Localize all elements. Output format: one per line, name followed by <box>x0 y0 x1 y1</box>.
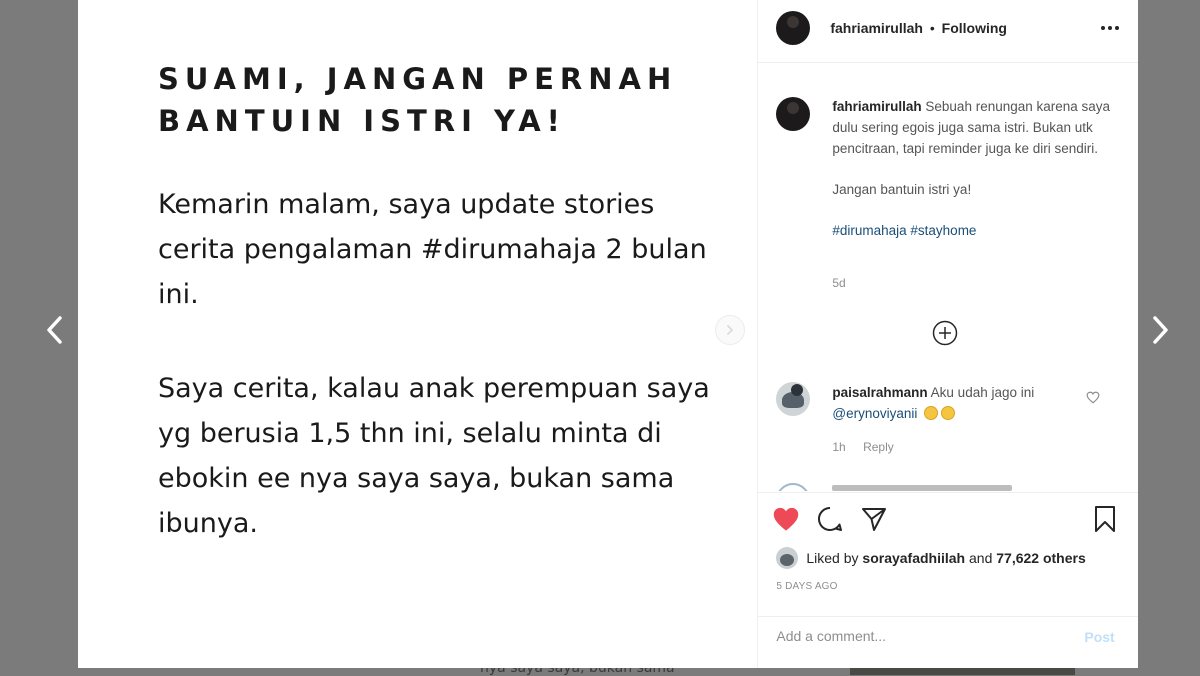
post-actions: Liked by sorayafadhiilah and 77,622 othe… <box>758 492 1139 662</box>
paper-plane-icon <box>862 508 887 531</box>
caption: fahriamirullah Sebuah renungan karena sa… <box>832 96 1112 241</box>
load-more-comments-button[interactable] <box>931 319 959 347</box>
likes-count[interactable]: 77,622 others <box>996 550 1086 566</box>
heart-filled-icon <box>774 507 799 531</box>
post-sidebar: fahriamirullah • Following fahriamirulla… <box>757 0 1139 668</box>
liker-username[interactable]: sorayafadhiilah <box>862 550 965 566</box>
liker-avatar <box>776 547 799 569</box>
chevron-left-icon <box>47 316 62 344</box>
comment-icon <box>818 506 843 531</box>
comment-meta: 1h Reply <box>832 440 907 454</box>
likes-and: and <box>969 550 993 566</box>
emoji-icon <box>924 406 939 420</box>
background-image <box>850 668 1075 675</box>
caption-line: Jangan bantuin istri ya! <box>832 182 972 197</box>
separator-dot: • <box>929 20 935 36</box>
post-date: 5 DAYS AGO <box>776 581 838 592</box>
like-button[interactable] <box>772 505 800 533</box>
comment-avatar[interactable] <box>776 382 811 416</box>
comment-like-button[interactable] <box>1086 389 1100 408</box>
save-button[interactable] <box>1091 505 1119 533</box>
prev-post-button[interactable] <box>40 310 70 350</box>
post-image-paragraph: Kemarin malam, saya update stories cerit… <box>158 189 707 310</box>
next-comment-partial <box>776 483 1016 491</box>
avatar[interactable] <box>776 11 811 45</box>
post-header: fahriamirullah • Following <box>758 0 1139 63</box>
caption-avatar[interactable] <box>776 97 811 131</box>
caption-time: 5d <box>832 276 846 290</box>
chevron-right-icon <box>727 325 734 335</box>
bookmark-icon <box>1095 506 1116 532</box>
caption-hashtags[interactable]: #dirumahaja #stayhome <box>832 220 1112 241</box>
plus-circle-icon <box>933 320 958 346</box>
comment-button[interactable] <box>816 505 844 533</box>
emoji-icon <box>941 406 956 420</box>
add-comment-section: Post <box>758 616 1139 662</box>
comment-time: 1h <box>832 440 846 454</box>
more-icon <box>1101 26 1106 30</box>
heart-outline-icon <box>1086 391 1100 404</box>
post-image-paragraph: Saya cerita, kalau anak perempuan saya y… <box>158 373 710 539</box>
comment: paisalrahmann Aku udah jago ini @erynovi… <box>832 382 1082 424</box>
post-comment-button[interactable]: Post <box>1084 629 1114 645</box>
share-button[interactable] <box>860 505 888 533</box>
following-button[interactable]: Following <box>942 20 1007 36</box>
chevron-right-icon <box>1153 316 1168 344</box>
reply-button[interactable]: Reply <box>863 440 894 454</box>
add-comment-input[interactable] <box>774 627 1079 645</box>
post-modal: SUAMI, JANGAN PERNAH BANTUIN ISTRI YA! K… <box>78 0 1139 668</box>
header-username[interactable]: fahriamirullah <box>830 20 923 36</box>
likes-row[interactable]: Liked by sorayafadhiilah and 77,622 othe… <box>776 547 1086 569</box>
post-image-title: SUAMI, JANGAN PERNAH BANTUIN ISTRI YA! <box>158 62 678 138</box>
more-options-button[interactable] <box>1098 16 1122 40</box>
caption-username[interactable]: fahriamirullah <box>832 99 921 114</box>
comment-mention[interactable]: @erynoviyanii <box>832 406 917 421</box>
likes-prefix: Liked by <box>806 550 859 566</box>
next-slide-button[interactable] <box>715 315 745 345</box>
next-post-button[interactable] <box>1145 310 1175 350</box>
comment-text: Aku udah jago ini <box>930 385 1035 400</box>
post-image: SUAMI, JANGAN PERNAH BANTUIN ISTRI YA! K… <box>78 0 758 668</box>
comment-username[interactable]: paisalrahmann <box>832 385 927 400</box>
